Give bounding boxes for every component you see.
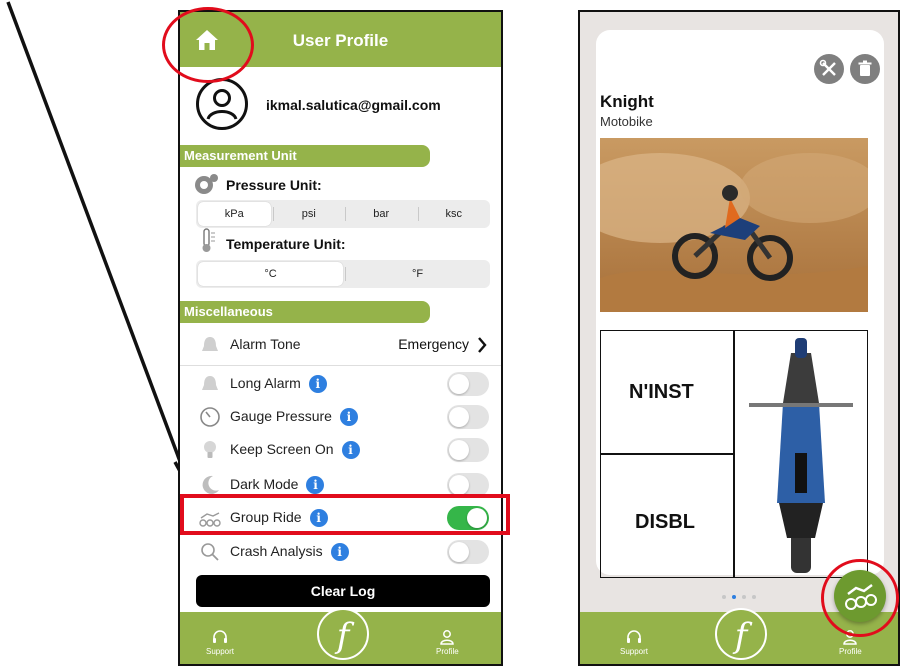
settings-button[interactable] [814,54,844,84]
annotation-group-ride-box [180,494,510,535]
pressure-option-bar[interactable]: bar [345,200,418,228]
temperature-unit-selector: °C °F [196,260,490,288]
annotation-fab-circle [821,559,899,637]
info-icon[interactable]: i [308,375,327,394]
temperature-option-fahrenheit[interactable]: °F [345,260,490,288]
alarm-tone-label: Alarm Tone [230,336,301,352]
section-measurement-unit: Measurement Unit [180,145,430,167]
bulb-icon [204,441,216,458]
crash-analysis-toggle[interactable] [447,540,489,564]
headset-icon [627,630,642,643]
crash-analysis-label: Crash Analysis [230,543,323,559]
pressure-option-kpa[interactable]: kPa [198,202,271,226]
motorcycle-image [749,338,853,573]
alarm-tone-row[interactable]: Alarm Tone Emergency [180,329,501,361]
app-logo[interactable]: f [715,608,767,660]
nav-profile[interactable]: Profile [436,629,459,656]
chevron-right-icon [478,337,487,353]
annotation-home-circle [162,7,254,83]
section-miscellaneous: Miscellaneous [180,301,430,323]
nav-support[interactable]: Support [206,629,234,656]
pressure-unit-selector: kPa psi bar ksc [196,200,490,228]
vehicle-type: Motobike [600,114,653,129]
bell-icon [202,376,218,390]
pressure-option-ksc[interactable]: ksc [417,200,491,228]
setting-row-gauge-pressure: Gauge Pressure i [180,401,501,433]
clear-log-button[interactable]: Clear Log [196,575,490,607]
magnifier-icon [201,543,219,561]
setting-row-keep-screen-on: Keep Screen On i [180,434,501,466]
gauge-pressure-toggle[interactable] [447,405,489,429]
long-alarm-label: Long Alarm [230,375,301,391]
user-avatar-icon[interactable] [196,78,248,130]
person-icon [440,630,455,645]
pressure-option-psi[interactable]: psi [272,200,346,228]
nav-profile-label: Profile [839,647,862,656]
nav-support-label: Support [206,647,235,656]
vehicle-photo [600,138,868,312]
setting-row-crash-analysis: Crash Analysis i [180,536,501,568]
app-logo[interactable]: f [317,608,369,660]
pressure-unit-label: Pressure Unit: [226,177,322,193]
keep-screen-on-label: Keep Screen On [230,441,334,457]
dial-icon [200,407,220,427]
long-alarm-toggle[interactable] [447,372,489,396]
temperature-option-celsius[interactable]: °C [198,262,343,286]
headset-icon [213,630,228,643]
temperature-unit-label: Temperature Unit: [226,236,346,252]
status-panel: N'INST DISBL [600,330,868,578]
status-top: N'INST [629,381,694,403]
info-icon[interactable]: i [330,543,349,562]
info-icon[interactable]: i [339,408,358,427]
dark-mode-label: Dark Mode [230,476,299,492]
wrench-icon [819,59,836,76]
bell-icon [202,337,218,351]
keep-screen-on-toggle[interactable] [447,438,489,462]
user-email: ikmal.salutica@gmail.com [266,97,441,113]
trash-icon [858,60,872,76]
gauge-icon [195,174,218,194]
nav-profile-label: Profile [436,647,459,656]
vehicle-card: Knight Motobike N'INST DISBL [596,30,884,578]
alarm-tone-value: Emergency [398,336,469,352]
gauge-pressure-label: Gauge Pressure [230,408,332,424]
nav-support[interactable]: Support [620,629,648,656]
info-icon[interactable]: i [306,476,325,495]
user-profile-screen: User Profile ikmal.salutica@gmail.com Me… [178,10,503,666]
thermometer-icon [202,228,215,252]
nav-support-label: Support [620,647,649,656]
vehicle-name: Knight [600,92,654,111]
setting-row-long-alarm: Long Alarm i [180,368,501,400]
info-icon[interactable]: i [341,441,360,460]
status-bottom: DISBL [635,511,695,533]
delete-button[interactable] [850,54,880,84]
